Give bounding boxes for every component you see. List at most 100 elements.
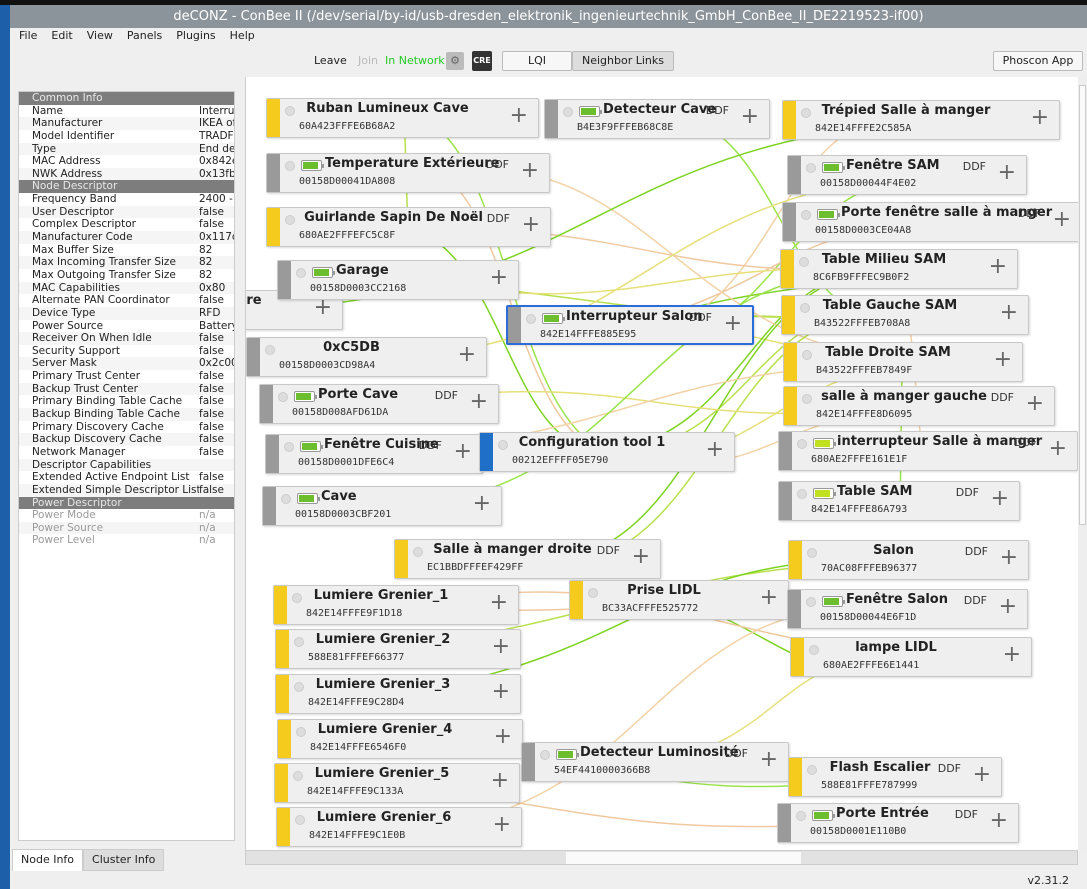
- menu-file[interactable]: File: [10, 28, 42, 45]
- node-tr-pied-salle-manger[interactable]: Trépied Salle à manger 842E14FFFE2C585A +: [782, 100, 1060, 140]
- node-flash-escalier[interactable]: Flash Escalier 588E81FFFE787999 DDF +: [788, 757, 1002, 797]
- node-porte-cave[interactable]: Porte Cave 00158D008AFD61DA DDF +: [259, 384, 499, 424]
- join-button[interactable]: Join: [358, 54, 378, 67]
- node-0xc5db[interactable]: 0xC5DB 00158D0003CD98A4 +: [246, 337, 487, 377]
- node-lumiere-grenier-1[interactable]: Lumiere Grenier_1 842E14FFFE9F1D18 +: [273, 585, 519, 625]
- expand-plus-icon[interactable]: +: [522, 213, 540, 237]
- ddf-label[interactable]: DDF: [938, 762, 961, 775]
- node-configuration-tool-1[interactable]: Configuration tool 1 00212EFFFF05E790 +: [479, 432, 735, 472]
- node-porte-entr-e[interactable]: Porte Entrée 00158D0001E110B0 DDF +: [777, 803, 1019, 843]
- node-lumiere-grenier-5[interactable]: Lumiere Grenier_5 842E14FFFE9C133A +: [274, 763, 520, 803]
- node-lumiere-grenier-3[interactable]: Lumiere Grenier_3 842E14FFFE9C28D4 +: [275, 674, 521, 714]
- ddf-label[interactable]: DDF: [706, 104, 729, 117]
- expand-plus-icon[interactable]: +: [490, 591, 508, 615]
- expand-plus-icon[interactable]: +: [510, 104, 528, 128]
- vertical-scrollbar[interactable]: [1078, 77, 1087, 850]
- node-ruban-lumineux-cave[interactable]: Ruban Lumineux Cave 60A423FFFE6B68A2 +: [266, 98, 539, 138]
- node-lampe-lidl[interactable]: lampe LIDL 680AE2FFFE6E1441 +: [790, 637, 1032, 677]
- expand-plus-icon[interactable]: +: [494, 725, 512, 749]
- expand-plus-icon[interactable]: +: [1026, 392, 1044, 416]
- menu-help[interactable]: Help: [221, 28, 260, 45]
- node-garage[interactable]: Garage 00158D0003CC2168 +: [277, 260, 519, 300]
- network-graph[interactable]: Ruban Lumineux Cave 60A423FFFE6B68A2 + Dete…: [245, 77, 1078, 850]
- node-detecteur-cave[interactable]: Detecteur Cave B4E3F9FFFEB68C8E DDF +: [544, 99, 770, 139]
- expand-plus-icon[interactable]: +: [521, 159, 539, 183]
- menu-view[interactable]: View: [78, 28, 118, 45]
- ddf-label[interactable]: DDF: [419, 439, 442, 452]
- node-interrupteur-salon[interactable]: Interrupteur Salon 842E14FFFE885E95 DDF +: [506, 305, 754, 345]
- ddf-label[interactable]: DDF: [965, 545, 988, 558]
- expand-plus-icon[interactable]: +: [1000, 546, 1018, 570]
- node-salon[interactable]: Salon 70AC08FFFEB96377 DDF +: [788, 540, 1029, 580]
- menu-plugins[interactable]: Plugins: [167, 28, 220, 45]
- tab-cluster-info[interactable]: Cluster Info: [83, 849, 165, 871]
- lqi-button[interactable]: LQI: [502, 51, 572, 71]
- ddf-label[interactable]: DDF: [597, 544, 620, 557]
- expand-plus-icon[interactable]: +: [741, 105, 759, 129]
- node-lumiere-grenier-4[interactable]: Lumiere Grenier_4 842E14FFFE6546F0 +: [277, 719, 523, 759]
- expand-plus-icon[interactable]: +: [470, 390, 488, 414]
- ddf-label[interactable]: DDF: [955, 808, 978, 821]
- expand-plus-icon[interactable]: +: [1000, 301, 1018, 325]
- expand-plus-icon[interactable]: +: [998, 161, 1016, 185]
- expand-plus-icon[interactable]: +: [999, 595, 1017, 619]
- expand-plus-icon[interactable]: +: [493, 813, 511, 837]
- expand-plus-icon[interactable]: +: [724, 312, 742, 336]
- ddf-label[interactable]: DDF: [689, 311, 712, 324]
- expand-plus-icon[interactable]: +: [473, 492, 491, 516]
- expand-plus-icon[interactable]: +: [491, 769, 509, 793]
- node-lumiere-grenier-6[interactable]: Lumiere Grenier_6 842E14FFFE9C1E0B +: [276, 807, 522, 847]
- tab-node-info[interactable]: Node Info: [12, 849, 84, 871]
- expand-plus-icon[interactable]: +: [1031, 106, 1049, 130]
- node-interrupteur-salle-manger[interactable]: interrupteur Salle à manger 680AE2FFFE161…: [778, 431, 1078, 471]
- node-table-sam[interactable]: Table SAM 842E14FFFE86A793 DDF +: [778, 481, 1020, 521]
- menu-panels[interactable]: Panels: [118, 28, 167, 45]
- horizontal-scrollbar[interactable]: [245, 850, 1078, 865]
- expand-plus-icon[interactable]: +: [492, 635, 510, 659]
- expand-plus-icon[interactable]: +: [760, 748, 778, 772]
- node-table-gauche-sam[interactable]: Table Gauche SAM B43522FFFEB708A8 +: [781, 295, 1029, 335]
- expand-plus-icon[interactable]: +: [760, 586, 778, 610]
- node-fen-tre-salon[interactable]: Fenêtre Salon 00158D00044E6F1D DDF +: [787, 589, 1028, 629]
- node-table-droite-sam[interactable]: Table Droite SAM B43522FFFEB7849F +: [783, 342, 1023, 382]
- expand-plus-icon[interactable]: +: [492, 680, 510, 704]
- ddf-label[interactable]: DDF: [487, 212, 510, 225]
- node-lumiere-grenier-2[interactable]: Lumiere Grenier_2 588E81FFFEF66377 +: [275, 629, 521, 669]
- phoscon-app-button[interactable]: Phoscon App: [993, 51, 1083, 71]
- ddf-label[interactable]: DDF: [963, 160, 986, 173]
- expand-plus-icon[interactable]: +: [994, 348, 1012, 372]
- ddf-label[interactable]: DDF: [1018, 207, 1041, 220]
- expand-plus-icon[interactable]: +: [991, 487, 1009, 511]
- scroll-thumb[interactable]: [1079, 85, 1086, 525]
- expand-plus-icon[interactable]: +: [490, 266, 508, 290]
- scroll-thumb[interactable]: [566, 852, 801, 864]
- ddf-label[interactable]: DDF: [435, 389, 458, 402]
- expand-plus-icon[interactable]: +: [454, 440, 472, 464]
- node-detecteur-luminosit-[interactable]: Detecteur Luminosité 54EF4410000366B8 DDF +: [521, 742, 789, 782]
- cre-button[interactable]: CRE: [472, 51, 492, 71]
- network-settings-icon[interactable]: ⚙: [446, 52, 464, 70]
- expand-plus-icon[interactable]: +: [1053, 208, 1071, 232]
- expand-plus-icon[interactable]: +: [989, 255, 1007, 279]
- expand-plus-icon[interactable]: +: [973, 763, 991, 787]
- expand-plus-icon[interactable]: +: [1049, 437, 1067, 461]
- node-prise-lidl[interactable]: Prise LIDL BC33ACFFFE525772 +: [569, 580, 789, 620]
- node-temperature-ext-rieure[interactable]: Temperature Extérieure 00158D00041DA808 DD…: [266, 153, 550, 193]
- node-guirlande-sapin-de-no-l[interactable]: Guirlande Sapin De Noël 680AE2FFFEFC5C8F D…: [266, 207, 551, 247]
- node-table-milieu-sam[interactable]: Table Milieu SAM 8C6FB9FFFEC9B0F2 +: [780, 249, 1018, 289]
- ddf-label[interactable]: DDF: [964, 594, 987, 607]
- node-salle-manger-gauche[interactable]: salle à manger gauche 842E14FFFE8D6095 DDF…: [783, 386, 1055, 426]
- ddf-label[interactable]: DDF: [725, 747, 748, 760]
- neighbor-links-button[interactable]: Neighbor Links: [572, 51, 674, 71]
- node-cave[interactable]: Cave 00158D0003CBF201 +: [262, 486, 502, 526]
- expand-plus-icon[interactable]: +: [990, 809, 1008, 833]
- expand-plus-icon[interactable]: +: [1003, 643, 1021, 667]
- node-porte-fen-tre-salle-manger[interactable]: Porte fenêtre salle à manger 00158D0003CE…: [782, 202, 1078, 242]
- expand-plus-icon[interactable]: +: [458, 343, 476, 367]
- node-salle-manger-droite[interactable]: Salle à manger droite EC1BBDFFFEF429FF DDF…: [394, 539, 661, 579]
- menu-edit[interactable]: Edit: [42, 28, 77, 45]
- expand-plus-icon[interactable]: +: [632, 545, 650, 569]
- node-fen-tre-cuisine[interactable]: Fenêtre Cuisine 00158D0001DFE6C4 DDF +: [265, 434, 483, 474]
- expand-plus-icon[interactable]: +: [706, 438, 724, 462]
- ddf-label[interactable]: DDF: [991, 391, 1014, 404]
